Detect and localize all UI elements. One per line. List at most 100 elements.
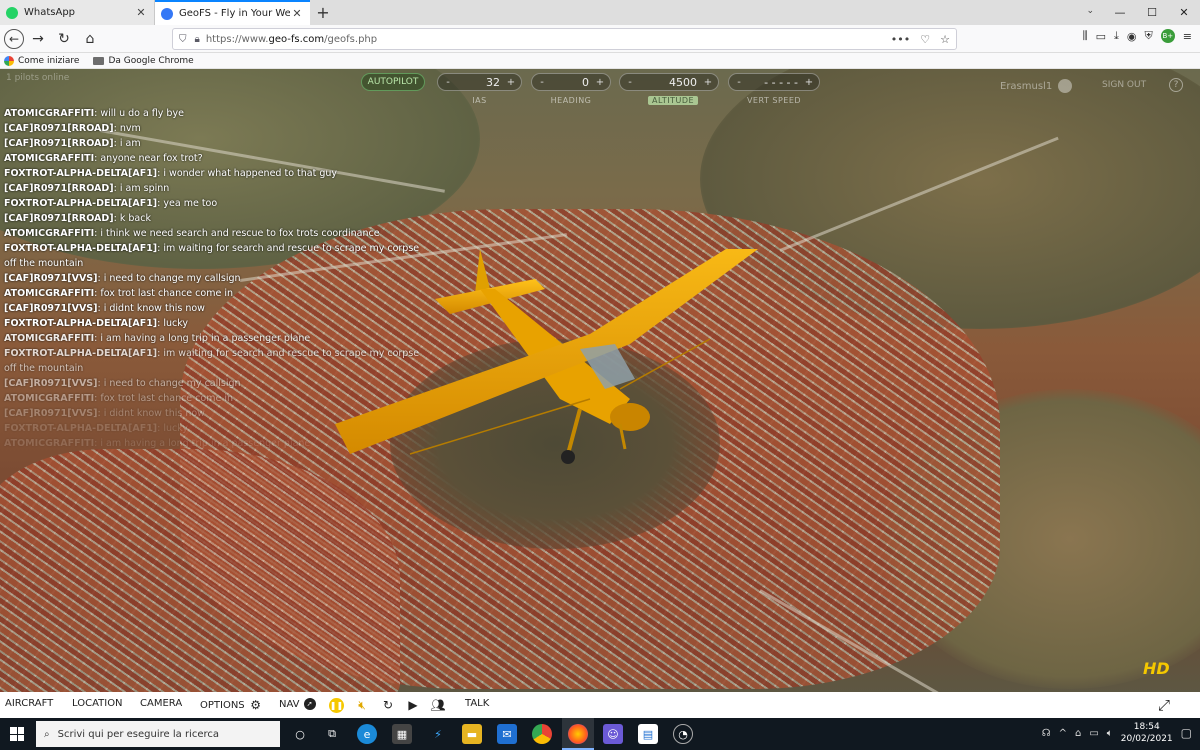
vert-speed-decrement-button[interactable]: - [734, 77, 744, 88]
file-explorer-icon[interactable]: ▬ [462, 724, 482, 744]
chat-username[interactable]: [CAF]R0971[RROAD] [4, 183, 114, 194]
bookmark-folder-chrome[interactable]: Da Google Chrome [93, 56, 194, 66]
close-tab-icon[interactable]: ✕ [134, 6, 148, 19]
store-icon[interactable]: ▦ [392, 724, 412, 744]
notifications-icon[interactable]: ▢ [1181, 726, 1192, 740]
back-button[interactable]: ← [4, 28, 24, 49]
vert-speed-increment-button[interactable]: + [804, 77, 814, 88]
heading-decrement-button[interactable]: - [537, 77, 547, 88]
clock[interactable]: 18:54 20/02/2021 [1121, 721, 1173, 745]
app-bolt-icon[interactable]: ⚡︎ [428, 724, 448, 744]
bookmark-star-icon[interactable]: ☆ [940, 33, 950, 46]
pocket-icon[interactable]: ♡ [920, 33, 930, 46]
reset-button[interactable]: ↻ [381, 698, 395, 712]
close-tab-icon[interactable]: ✕ [290, 7, 304, 20]
downloads-icon[interactable]: ⤓ [1114, 29, 1119, 43]
document-icon[interactable]: ▤ [638, 724, 658, 744]
players-button[interactable]: 👥︎ [430, 698, 445, 712]
help-icon[interactable]: ? [1169, 78, 1183, 92]
chat-username[interactable]: ATOMICGRAFFITI [4, 108, 94, 119]
account-icon[interactable]: ◉ [1127, 30, 1137, 43]
firefox-icon[interactable] [568, 724, 588, 744]
heading-increment-button[interactable]: + [595, 77, 605, 88]
chat-username[interactable]: FOXTROT-ALPHA-DELTA[AF1] [4, 198, 157, 209]
chat-username[interactable]: FOXTROT-ALPHA-DELTA[AF1] [4, 318, 157, 329]
play-button[interactable]: ▶ [406, 698, 420, 712]
extension-icon[interactable]: B+ [1160, 29, 1175, 43]
chat-username[interactable]: FOXTROT-ALPHA-DELTA[AF1] [4, 168, 157, 179]
tab-list-chevron-icon[interactable]: ⌄ [1086, 6, 1094, 16]
page-actions-icon[interactable]: ••• [891, 33, 910, 46]
url-bar[interactable]: ⛉ 🔒︎ https://www. geo-fs.com/geofs.php ••… [172, 28, 957, 50]
chat-username[interactable]: FOXTROT-ALPHA-DELTA[AF1] [4, 348, 157, 359]
ias-value[interactable]: 32 [453, 76, 506, 89]
tab-geofs[interactable]: GeoFS - Fly in Your Web Browse ✕ [155, 0, 310, 25]
forward-button[interactable]: → [26, 27, 50, 51]
altitude-value[interactable]: 4500 [635, 76, 703, 89]
maximize-button[interactable]: ☐ [1136, 0, 1168, 25]
chat-username[interactable]: [CAF]R0971[RROAD] [4, 213, 114, 224]
taskbar-search[interactable]: ⌕ Scrivi qui per eseguire la ricerca [36, 721, 280, 747]
vert-speed-value[interactable]: - - - - - [744, 76, 804, 89]
close-window-button[interactable]: ✕ [1168, 0, 1200, 25]
hd-badge[interactable]: HD [1143, 659, 1170, 678]
chrome-icon[interactable] [532, 724, 552, 744]
chat-username[interactable]: ATOMICGRAFFITI [4, 438, 94, 449]
reload-button[interactable]: ↻ [52, 27, 76, 51]
chat-username[interactable]: ATOMICGRAFFITI [4, 288, 94, 299]
chat-username[interactable]: ATOMICGRAFFITI [4, 153, 94, 164]
chat-username[interactable]: FOXTROT-ALPHA-DELTA[AF1] [4, 423, 157, 434]
chat-username[interactable]: ATOMICGRAFFITI [4, 333, 94, 344]
game-viewport[interactable]: 1 pilots online AUTOPILOT - 32 + IAS - 0… [0, 69, 1200, 692]
volume-icon[interactable]: 🔈︎ [1107, 728, 1113, 739]
chat-username[interactable]: [CAF]R0971[VVS] [4, 378, 97, 389]
chat-username[interactable]: ATOMICGRAFFITI [4, 393, 94, 404]
minimize-button[interactable]: — [1104, 0, 1136, 25]
edge-icon[interactable]: e [357, 724, 377, 744]
pause-button[interactable]: ❚❚ [329, 698, 344, 713]
library-icon[interactable]: ⫼ [1083, 29, 1088, 43]
battery-icon[interactable]: ▭ [1089, 728, 1098, 739]
chat-username[interactable]: FOXTROT-ALPHA-DELTA[AF1] [4, 243, 157, 254]
autopilot-toggle[interactable]: AUTOPILOT [361, 73, 425, 91]
network-icon[interactable]: ⌂ [1075, 728, 1081, 739]
mute-button[interactable]: 🔇︎ [355, 698, 369, 712]
chat-username[interactable]: [CAF]R0971[VVS] [4, 303, 97, 314]
tab-whatsapp[interactable]: WhatsApp ✕ [0, 0, 155, 25]
mail-icon[interactable]: ✉ [497, 724, 517, 744]
windows-start-icon[interactable] [10, 727, 24, 741]
shield-icon[interactable]: ⛨ [1145, 29, 1153, 43]
sidebar-icon[interactable]: ▭ [1096, 30, 1106, 43]
chat-username[interactable]: [CAF]R0971[VVS] [4, 273, 97, 284]
cortana-icon[interactable]: ○ [290, 724, 310, 744]
chat-username[interactable]: ATOMICGRAFFITI [4, 228, 94, 239]
fullscreen-icon[interactable]: ⤢ [1158, 696, 1170, 714]
new-tab-button[interactable]: + [310, 0, 336, 25]
ias-increment-button[interactable]: + [506, 77, 516, 88]
nav-button[interactable]: NAV ➚ [279, 698, 316, 710]
aircraft-button[interactable]: AIRCRAFT [5, 698, 53, 709]
user-account[interactable]: Erasmusl1 [1000, 79, 1073, 93]
home-button[interactable]: ⌂ [78, 27, 102, 51]
altitude-decrement-button[interactable]: - [625, 77, 635, 88]
task-view-icon[interactable]: ⧉ [322, 724, 342, 744]
chat-username[interactable]: [CAF]R0971[VVS] [4, 408, 97, 419]
chat-username[interactable]: [CAF]R0971[RROAD] [4, 123, 114, 134]
menu-icon[interactable]: ≡ [1183, 30, 1192, 43]
tray-chevron-icon[interactable]: ^ [1059, 728, 1067, 739]
sign-out-link[interactable]: SIGN OUT [1102, 80, 1146, 90]
discord-icon[interactable]: ☺ [603, 724, 623, 744]
people-icon[interactable]: ☊ [1042, 728, 1051, 739]
camera-button[interactable]: CAMERA [140, 698, 182, 709]
bookmark-come-iniziare[interactable]: Come iniziare [4, 55, 79, 66]
ias-decrement-button[interactable]: - [443, 77, 453, 88]
talk-button[interactable]: TALK [465, 698, 489, 709]
altitude-increment-button[interactable]: + [703, 77, 713, 88]
tracking-shield-icon[interactable]: ⛉ [179, 34, 187, 45]
lock-icon[interactable]: 🔒︎ [195, 34, 200, 45]
options-button[interactable]: OPTIONS ⚙ [200, 698, 263, 712]
chat-username[interactable]: [CAF]R0971[RROAD] [4, 138, 114, 149]
obs-icon[interactable]: ◔ [673, 724, 693, 744]
location-button[interactable]: LOCATION [72, 698, 123, 709]
heading-value[interactable]: 0 [547, 76, 595, 89]
